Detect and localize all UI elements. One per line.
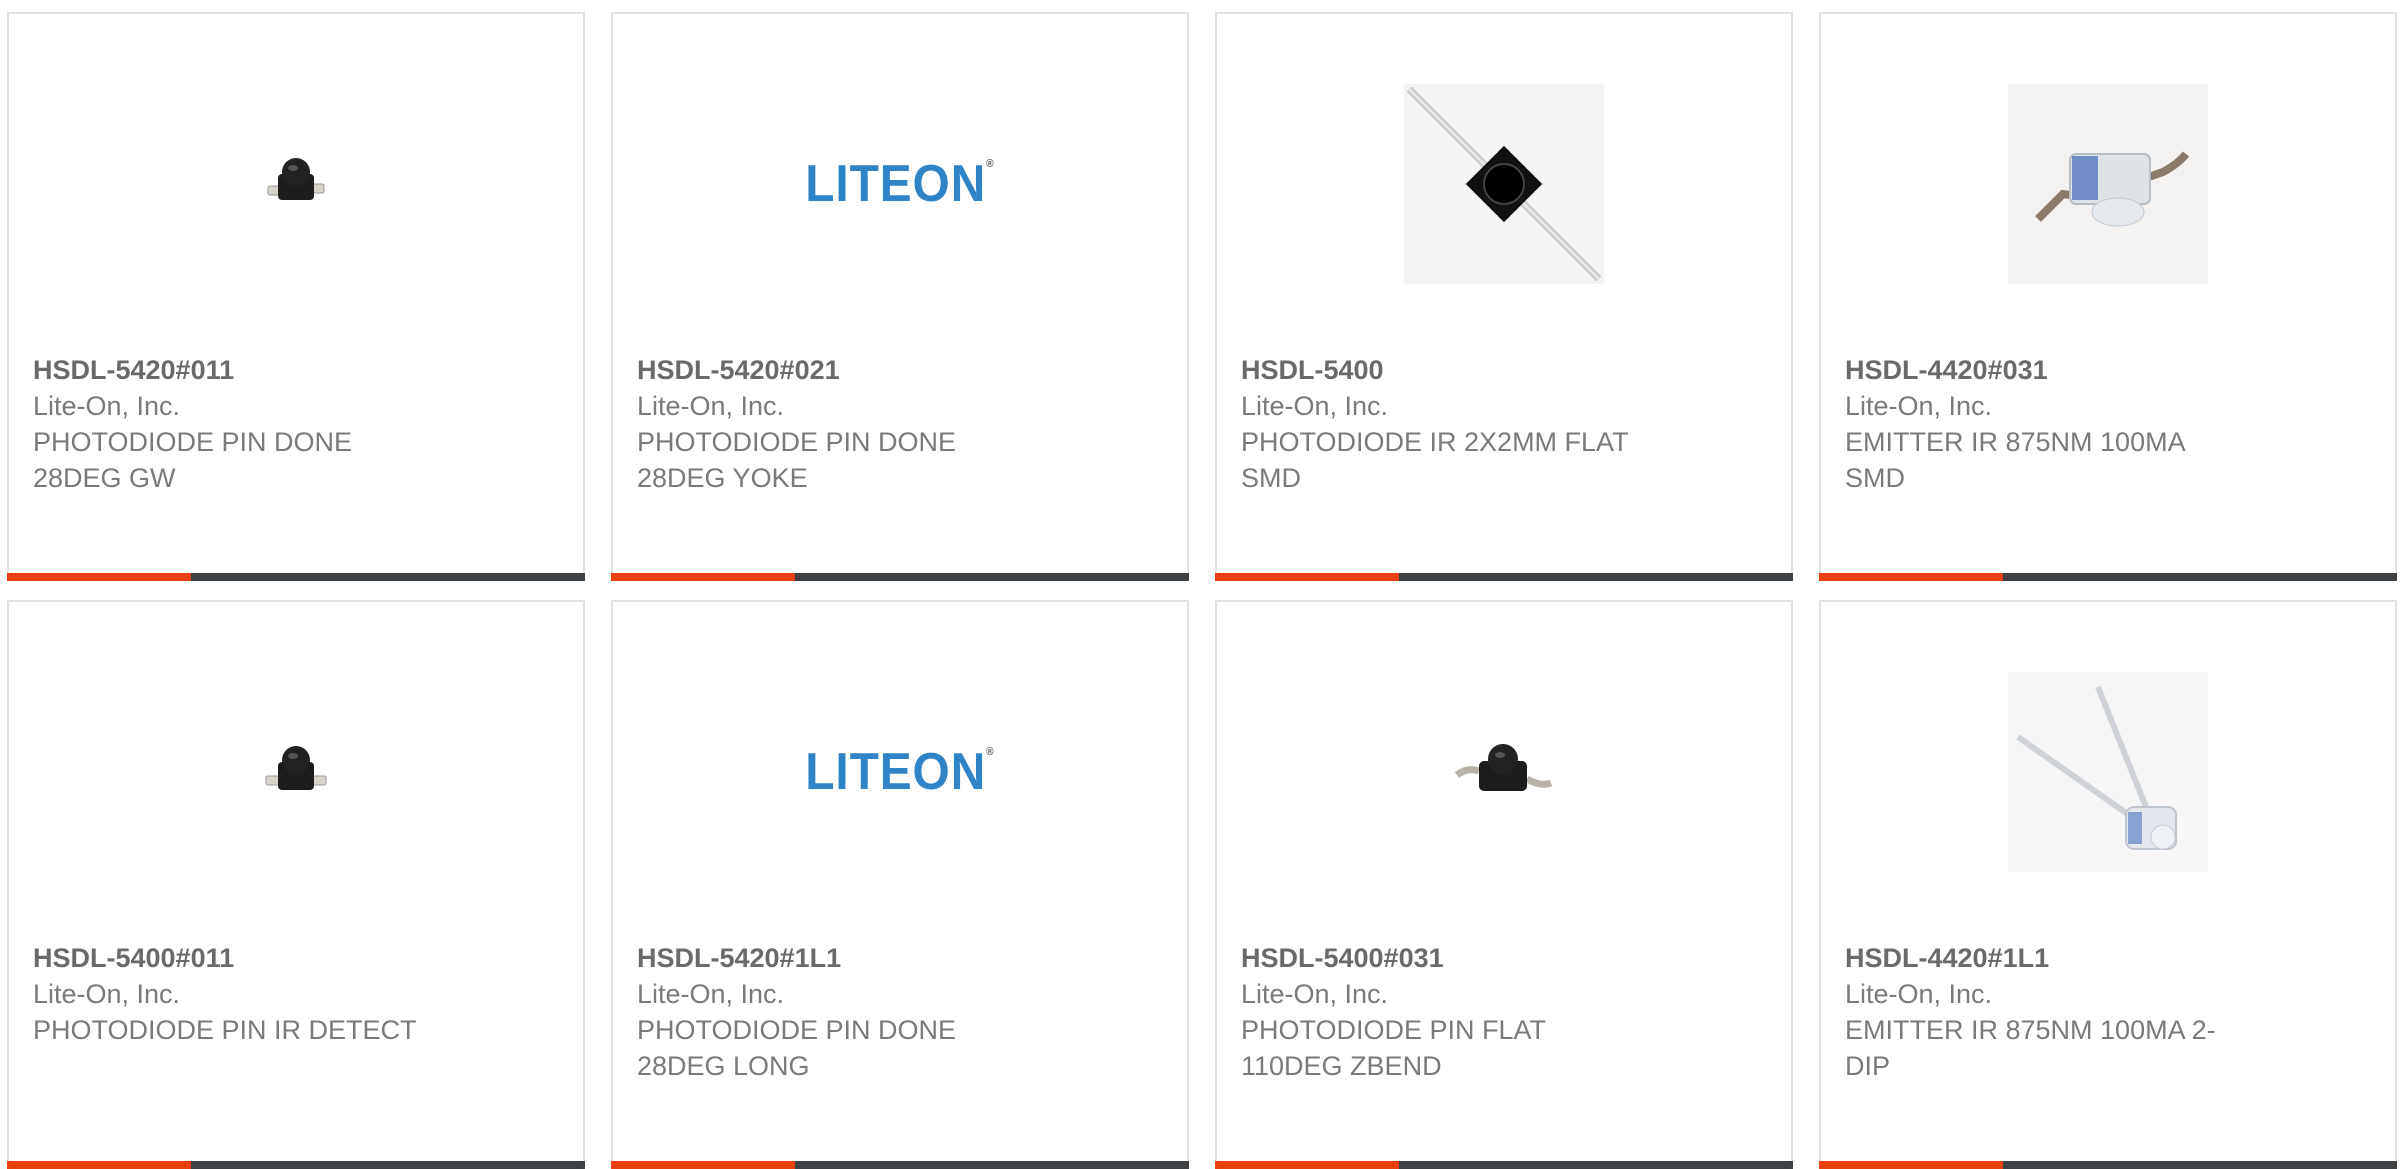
product-image[interactable]: LITEON®	[613, 74, 1187, 294]
manufacturer: Lite-On, Inc.	[1845, 391, 1993, 421]
product-image[interactable]	[1217, 74, 1791, 294]
description-line-1: PHOTODIODE PIN DONE	[637, 427, 957, 457]
product-card[interactable]: HSDL-5400#031 Lite-On, Inc. PHOTODIODE P…	[1215, 600, 1793, 1169]
part-number[interactable]: HSDL-5420#011	[33, 352, 453, 388]
product-image[interactable]	[1821, 662, 2395, 882]
manufacturer: Lite-On, Inc.	[1241, 391, 1389, 421]
description-line-2: SMD	[1845, 463, 1905, 493]
manufacturer: Lite-On, Inc.	[637, 979, 785, 1009]
product-image[interactable]: LITEON®	[613, 662, 1187, 882]
product-text: HSDL-5420#011 Lite-On, Inc. PHOTODIODE P…	[33, 352, 453, 496]
product-card[interactable]: HSDL-5420#011 Lite-On, Inc. PHOTODIODE P…	[7, 12, 585, 581]
description-line-2: SMD	[1241, 463, 1301, 493]
card-accent	[611, 1161, 795, 1169]
product-image[interactable]	[9, 662, 583, 882]
product-text: HSDL-5420#1L1 Lite-On, Inc. PHOTODIODE P…	[637, 940, 1057, 1084]
product-image[interactable]	[1821, 74, 2395, 294]
card-bottom-bar	[611, 1161, 1189, 1169]
part-number[interactable]: HSDL-4420#1L1	[1845, 940, 2265, 976]
logo-text: LITEON	[805, 155, 987, 213]
description-line-1: PHOTODIODE PIN DONE	[33, 427, 353, 457]
card-bottom-bar	[7, 1161, 585, 1169]
description-line-2: 28DEG LONG	[637, 1051, 810, 1081]
product-text: HSDL-5400 Lite-On, Inc. PHOTODIODE IR 2X…	[1241, 352, 1661, 496]
logo-text: LITEON	[805, 743, 987, 801]
card-bottom-bar	[7, 573, 585, 581]
card-bottom-bar	[1215, 573, 1793, 581]
description-line-2: 28DEG YOKE	[637, 463, 808, 493]
card-accent	[1215, 1161, 1399, 1169]
product-text: HSDL-5400#011 Lite-On, Inc. PHOTODIODE P…	[33, 940, 453, 1048]
part-number[interactable]: HSDL-4420#031	[1845, 352, 2265, 388]
product-text: HSDL-4420#031 Lite-On, Inc. EMITTER IR 8…	[1845, 352, 2265, 496]
logo-mark: ®	[986, 746, 995, 758]
description-line-1: PHOTODIODE IR 2X2MM FLAT	[1241, 427, 1629, 457]
product-card[interactable]: LITEON® HSDL-5420#1L1 Lite-On, Inc. PHOT…	[611, 600, 1189, 1169]
photodiode-black-small-icon	[267, 158, 325, 200]
photodiode-black-small-icon	[265, 746, 327, 790]
card-accent	[7, 573, 191, 581]
product-card[interactable]: HSDL-4420#031 Lite-On, Inc. EMITTER IR 8…	[1819, 12, 2397, 581]
description-line-2: 28DEG GW	[33, 463, 176, 493]
description-line-2: DIP	[1845, 1051, 1891, 1081]
product-card[interactable]: LITEON® HSDL-5420#021 Lite-On, Inc. PHOT…	[611, 12, 1189, 581]
product-card[interactable]: HSDL-4420#1L1 Lite-On, Inc. EMITTER IR 8…	[1819, 600, 2397, 1169]
emitter-smd-clear-icon	[2008, 84, 2208, 284]
description-line-1: PHOTODIODE PIN FLAT	[1241, 1015, 1547, 1045]
card-accent	[7, 1161, 191, 1169]
card-bottom-bar	[1819, 1161, 2397, 1169]
card-bottom-bar	[1819, 573, 2397, 581]
product-grid: HSDL-5420#011 Lite-On, Inc. PHOTODIODE P…	[0, 0, 2400, 1169]
manufacturer: Lite-On, Inc.	[1845, 979, 1993, 1009]
card-bottom-bar	[1215, 1161, 1793, 1169]
product-text: HSDL-5420#021 Lite-On, Inc. PHOTODIODE P…	[637, 352, 1057, 496]
card-accent	[611, 573, 795, 581]
product-text: HSDL-5400#031 Lite-On, Inc. PHOTODIODE P…	[1241, 940, 1661, 1084]
photodiode-leaded-diagonal-icon	[1404, 84, 1604, 284]
card-accent	[1215, 573, 1399, 581]
liteon-logo: LITEON®	[805, 742, 994, 802]
card-accent	[1819, 1161, 2003, 1169]
description-line-1: PHOTODIODE PIN DONE	[637, 1015, 957, 1045]
description-line-1: PHOTODIODE PIN IR DETECT	[33, 1015, 417, 1045]
part-number[interactable]: HSDL-5420#021	[637, 352, 1057, 388]
part-number[interactable]: HSDL-5400	[1241, 352, 1661, 388]
manufacturer: Lite-On, Inc.	[33, 979, 181, 1009]
product-image[interactable]	[1217, 662, 1791, 882]
logo-mark: ®	[986, 158, 995, 170]
description-line-1: EMITTER IR 875NM 100MA 2-	[1845, 1015, 2216, 1045]
description-line-2: 110DEG ZBEND	[1241, 1051, 1442, 1081]
part-number[interactable]: HSDL-5400#031	[1241, 940, 1661, 976]
photodiode-zbend-icon	[1454, 744, 1553, 791]
card-bottom-bar	[611, 573, 1189, 581]
manufacturer: Lite-On, Inc.	[1241, 979, 1389, 1009]
manufacturer: Lite-On, Inc.	[33, 391, 181, 421]
product-card[interactable]: HSDL-5400#011 Lite-On, Inc. PHOTODIODE P…	[7, 600, 585, 1169]
part-number[interactable]: HSDL-5420#1L1	[637, 940, 1057, 976]
description-line-1: EMITTER IR 875NM 100MA	[1845, 427, 2186, 457]
part-number[interactable]: HSDL-5400#011	[33, 940, 453, 976]
card-accent	[1819, 573, 2003, 581]
liteon-logo: LITEON®	[805, 154, 994, 214]
manufacturer: Lite-On, Inc.	[637, 391, 785, 421]
emitter-dip-leads-icon	[2008, 672, 2208, 872]
product-card[interactable]: HSDL-5400 Lite-On, Inc. PHOTODIODE IR 2X…	[1215, 12, 1793, 581]
product-text: HSDL-4420#1L1 Lite-On, Inc. EMITTER IR 8…	[1845, 940, 2265, 1084]
product-image[interactable]	[9, 74, 583, 294]
